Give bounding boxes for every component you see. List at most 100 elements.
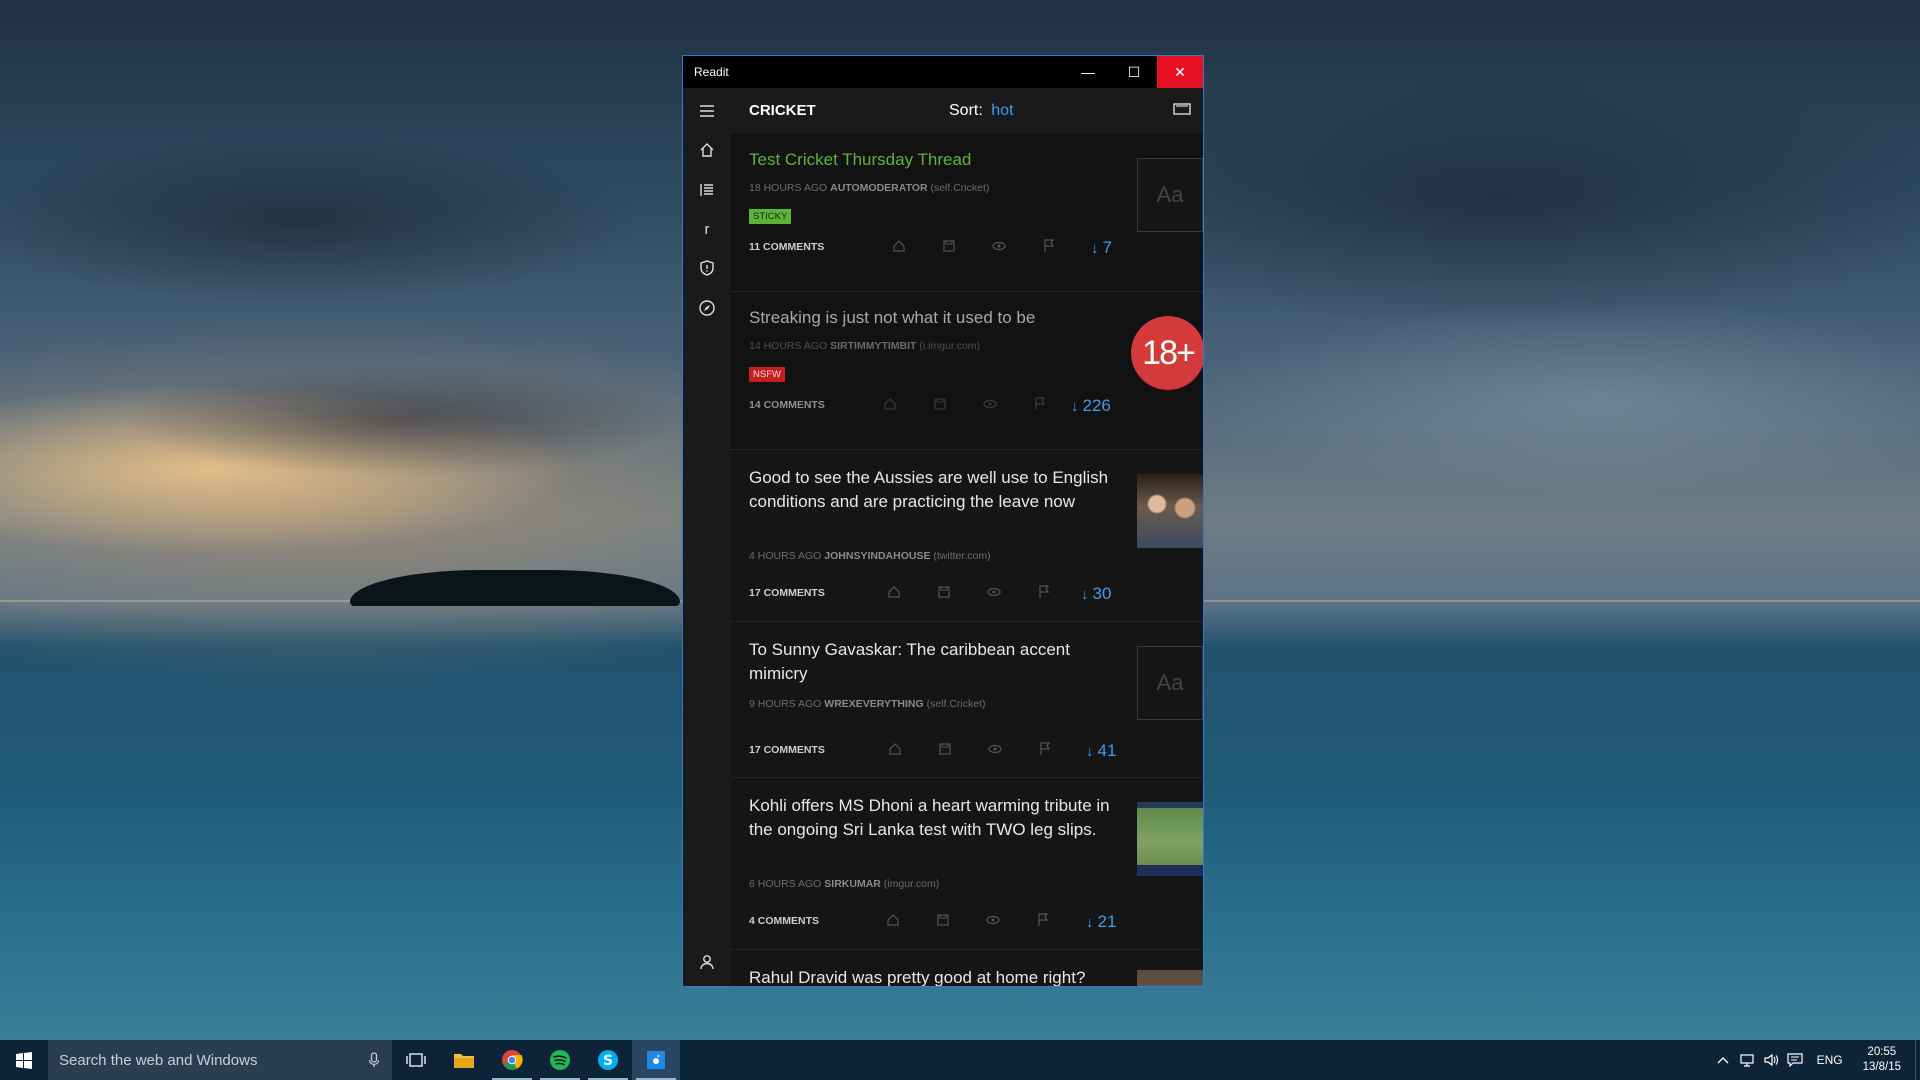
image-thumbnail[interactable]: [1137, 970, 1203, 986]
navigation-sidebar: r: [683, 88, 731, 986]
post-meta: 9 HOURS AGO WREXEVERYTHING (self.Cricket…: [749, 698, 986, 710]
maximize-button[interactable]: ☐: [1111, 56, 1157, 88]
taskbar-search-box[interactable]: Search the web and Windows: [48, 1040, 392, 1080]
home-icon[interactable]: [683, 130, 731, 170]
clock-time: 20:55: [1867, 1046, 1897, 1058]
list-icon[interactable]: [683, 170, 731, 210]
post-time: 4 HOURS AGO: [749, 550, 822, 562]
vote-score[interactable]: ↓ 7: [1091, 238, 1112, 258]
hide-icon[interactable]: [970, 741, 1020, 757]
downvote-icon[interactable]: ↓: [1081, 586, 1089, 603]
save-icon[interactable]: [919, 584, 969, 600]
post-time: 6 HOURS AGO: [749, 878, 822, 890]
post-item[interactable]: Test Cricket Thursday Thread 18 HOURS AG…: [731, 134, 1203, 292]
post-author[interactable]: WREXEVERYTHING: [824, 698, 923, 710]
hide-icon[interactable]: [968, 912, 1018, 928]
comments-link[interactable]: 17 COMMENTS: [749, 744, 825, 756]
downvote-icon[interactable]: ↓: [1086, 743, 1094, 760]
spotify-icon[interactable]: [536, 1040, 584, 1080]
post-author[interactable]: SIRKUMAR: [824, 878, 881, 890]
post-title[interactable]: Test Cricket Thursday Thread: [749, 148, 1127, 172]
downvote-icon[interactable]: ↓: [1091, 240, 1099, 257]
post-title[interactable]: Streaking is just not what it used to be: [749, 306, 1127, 330]
text-post-thumbnail[interactable]: Aa: [1137, 646, 1203, 720]
windows-start-icon[interactable]: [0, 1040, 48, 1080]
report-flag-icon[interactable]: [1018, 912, 1068, 928]
report-flag-icon[interactable]: [1024, 238, 1074, 254]
hamburger-menu-icon[interactable]: [683, 91, 731, 131]
post-title[interactable]: Rahul Dravid was pretty good at home rig…: [749, 966, 1149, 986]
image-thumbnail[interactable]: [1137, 802, 1203, 876]
sort-selector[interactable]: Sort: hot: [949, 102, 1014, 120]
nsfw-thumbnail[interactable]: 18+: [1131, 316, 1203, 390]
user-icon[interactable]: [683, 942, 731, 982]
readit-icon[interactable]: [632, 1040, 680, 1080]
volume-icon[interactable]: [1759, 1053, 1783, 1067]
post-author[interactable]: JOHNSYINDAHOUSE: [824, 550, 930, 562]
vote-score[interactable]: ↓ 30: [1081, 584, 1111, 604]
hide-icon[interactable]: [969, 584, 1019, 600]
title-bar[interactable]: Readit — ☐ ✕: [683, 56, 1203, 88]
comments-link[interactable]: 17 COMMENTS: [749, 587, 825, 599]
post-time: 18 HOURS AGO: [749, 182, 828, 194]
image-thumbnail[interactable]: [1137, 474, 1203, 548]
share-icon[interactable]: [870, 741, 920, 757]
view-mode-icon[interactable]: [1173, 102, 1191, 121]
share-icon[interactable]: [868, 912, 918, 928]
share-icon[interactable]: [865, 396, 915, 412]
report-flag-icon[interactable]: [1015, 396, 1065, 412]
post-author[interactable]: AUTOMODERATOR: [830, 182, 927, 194]
vote-score[interactable]: ↓ 21: [1086, 912, 1116, 932]
close-button[interactable]: ✕: [1157, 56, 1203, 88]
save-icon[interactable]: [918, 912, 968, 928]
share-icon[interactable]: [869, 584, 919, 600]
save-icon[interactable]: [915, 396, 965, 412]
compass-icon[interactable]: [683, 288, 731, 328]
downvote-icon[interactable]: ↓: [1086, 914, 1094, 931]
sticky-badge: STICKY: [749, 209, 792, 224]
readit-window: Readit — ☐ ✕ r CRICKET Sort: hot Test Cr…: [682, 55, 1204, 987]
comments-link[interactable]: 11 COMMENTS: [749, 241, 824, 253]
chevron-up-icon[interactable]: [1711, 1056, 1735, 1064]
comments-link[interactable]: 4 COMMENTS: [749, 915, 819, 927]
chrome-icon[interactable]: [488, 1040, 536, 1080]
subreddit-r-icon[interactable]: r: [683, 209, 731, 249]
clock[interactable]: 20:55 13/8/15: [1853, 1045, 1915, 1075]
microphone-icon[interactable]: [368, 1052, 380, 1072]
post-title[interactable]: Good to see the Aussies are well use to …: [749, 466, 1127, 514]
hide-icon[interactable]: [974, 238, 1024, 254]
sort-label: Sort:: [949, 102, 983, 119]
post-title[interactable]: Kohli offers MS Dhoni a heart warming tr…: [749, 794, 1127, 842]
save-icon[interactable]: [924, 238, 974, 254]
file-explorer-icon[interactable]: [440, 1040, 488, 1080]
show-desktop-button[interactable]: [1915, 1040, 1920, 1080]
post-title[interactable]: To Sunny Gavaskar: The caribbean accent …: [749, 638, 1127, 686]
report-flag-icon[interactable]: [1019, 584, 1069, 600]
post-item[interactable]: Streaking is just not what it used to be…: [731, 292, 1203, 450]
language-indicator[interactable]: ENG: [1807, 1053, 1853, 1067]
task-view-icon[interactable]: [392, 1040, 440, 1080]
post-item[interactable]: Rahul Dravid was pretty good at home rig…: [731, 950, 1203, 986]
network-icon[interactable]: [1735, 1053, 1759, 1067]
report-flag-icon[interactable]: [1020, 741, 1070, 757]
vote-score[interactable]: ↓ 41: [1086, 741, 1116, 761]
post-item[interactable]: To Sunny Gavaskar: The caribbean accent …: [731, 622, 1203, 778]
text-post-thumbnail[interactable]: Aa: [1137, 158, 1203, 232]
post-meta: 4 HOURS AGO JOHNSYINDAHOUSE (twitter.com…: [749, 550, 991, 562]
save-icon[interactable]: [920, 741, 970, 757]
shield-icon[interactable]: [683, 248, 731, 288]
subreddit-name[interactable]: CRICKET: [749, 102, 816, 119]
notification-icon[interactable]: [1783, 1053, 1807, 1067]
skype-icon[interactable]: S: [584, 1040, 632, 1080]
sort-value[interactable]: hot: [991, 102, 1013, 119]
share-icon[interactable]: [874, 238, 924, 254]
vote-score[interactable]: ↓ 226: [1071, 396, 1111, 416]
post-item[interactable]: Kohli offers MS Dhoni a heart warming tr…: [731, 778, 1203, 950]
downvote-icon[interactable]: ↓: [1071, 398, 1079, 415]
hide-icon[interactable]: [965, 396, 1015, 412]
minimize-button[interactable]: —: [1065, 56, 1111, 88]
post-author[interactable]: SIRTIMMYTIMBIT: [830, 340, 916, 352]
comments-link[interactable]: 14 COMMENTS: [749, 399, 825, 411]
post-meta: 14 HOURS AGO SIRTIMMYTIMBIT (i.imgur.com…: [749, 340, 980, 352]
post-item[interactable]: Good to see the Aussies are well use to …: [731, 450, 1203, 622]
